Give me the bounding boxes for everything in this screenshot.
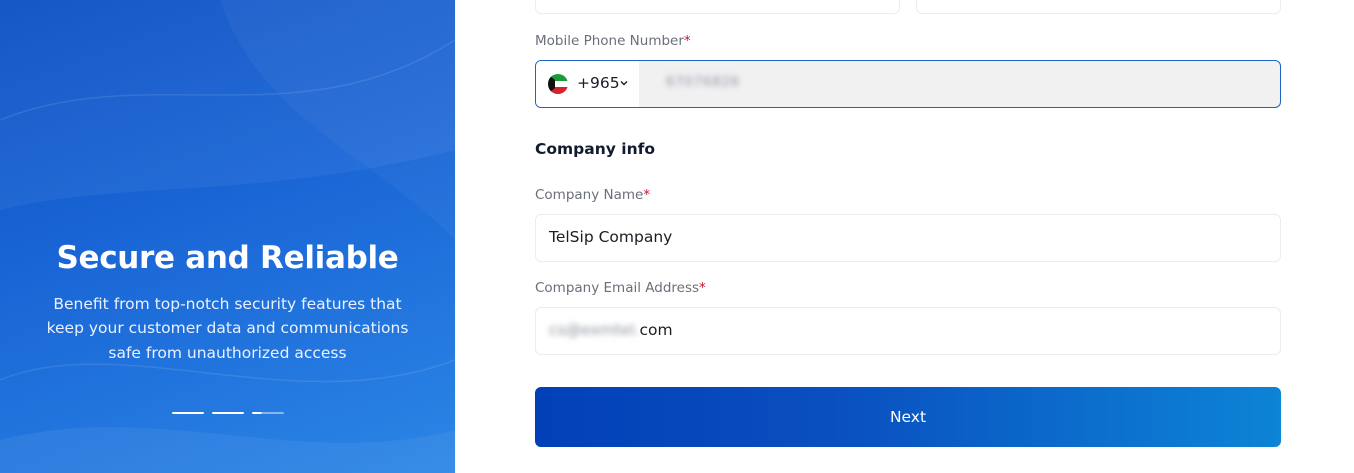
required-mark: * xyxy=(699,280,706,296)
first-name-field[interactable] xyxy=(535,0,900,14)
carousel-dot-1[interactable] xyxy=(172,412,204,414)
carousel-dot-3-active[interactable] xyxy=(252,412,284,414)
company-name-label-text: Company Name xyxy=(535,187,644,203)
next-button[interactable]: Next xyxy=(535,387,1281,447)
country-code-select[interactable]: +965 xyxy=(536,61,639,107)
mobile-phone-value: 67076826 xyxy=(666,75,741,90)
company-info-heading: Company info xyxy=(535,140,656,158)
company-email-value-hidden: cs@exmtel. xyxy=(549,321,640,339)
last-name-field[interactable] xyxy=(916,0,1281,14)
hero-description: Benefit from top-notch security features… xyxy=(46,295,409,362)
required-mark: * xyxy=(643,187,651,203)
company-email-input[interactable]: cs@exmtel.com xyxy=(535,307,1281,355)
required-mark: * xyxy=(683,33,691,49)
previous-fields-row xyxy=(535,0,1281,14)
company-email-value-visible: com xyxy=(639,321,673,339)
company-email-value: cs@exmtel.com xyxy=(549,321,673,339)
kuwait-flag-icon xyxy=(548,74,568,94)
company-name-value: TelSip Company xyxy=(549,228,673,246)
company-name-input[interactable]: TelSip Company xyxy=(535,214,1281,262)
carousel-indicators xyxy=(172,412,284,414)
mobile-phone-field[interactable]: +965 67076826 xyxy=(535,60,1281,108)
mobile-phone-label: Mobile Phone Number* xyxy=(535,33,691,49)
chevron-down-icon xyxy=(620,81,628,86)
country-code: +965 xyxy=(577,74,620,92)
hero-title: Secure and Reliable xyxy=(56,240,399,276)
background-waves xyxy=(0,0,455,473)
company-name-label: Company Name* xyxy=(535,187,650,203)
company-email-label-text: Company Email Address xyxy=(535,280,700,296)
mobile-phone-label-text: Mobile Phone Number xyxy=(535,33,684,49)
company-email-label: Company Email Address* xyxy=(535,280,706,296)
carousel-dot-2[interactable] xyxy=(212,412,244,414)
hero-panel: Secure and Reliable Benefit from top-not… xyxy=(0,0,455,473)
